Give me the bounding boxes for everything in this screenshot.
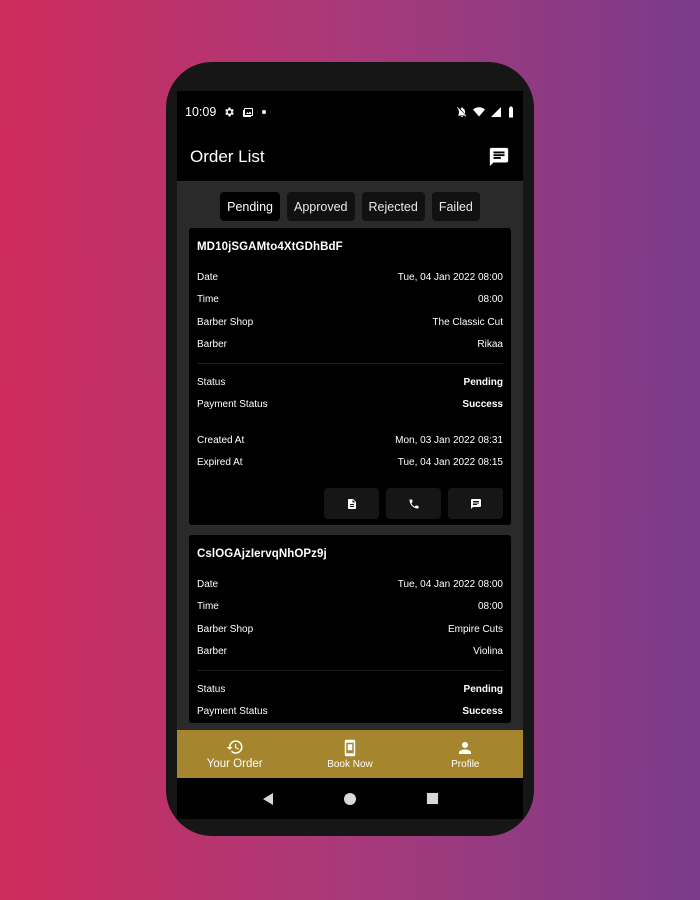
nav-label: Profile <box>451 758 480 770</box>
order-id: MD10jSGAMto4XtGDhBdF <box>197 241 343 253</box>
divider <box>197 670 503 671</box>
payment-value: Success <box>462 706 503 718</box>
photo-icon <box>242 106 254 118</box>
person-icon <box>456 739 474 757</box>
order-list[interactable]: Pending Approved Rejected Failed MD10jSG… <box>177 181 523 730</box>
date-value: Tue, 04 Jan 2022 08:00 <box>397 578 503 590</box>
time-label: Time <box>197 294 219 306</box>
status-label: Status <box>197 683 226 695</box>
time-label: Time <box>197 601 219 613</box>
recents-icon[interactable] <box>426 792 439 805</box>
battery-icon <box>507 106 515 118</box>
nav-profile[interactable]: Profile <box>408 730 523 778</box>
barber-row: Barber Violina <box>197 641 503 664</box>
payment-row: Payment Status Success <box>197 701 503 724</box>
tab-rejected[interactable]: Rejected <box>361 192 425 221</box>
chat-icon[interactable] <box>488 146 510 168</box>
expired-row: Expired At Tue, 04 Jan 2022 08:15 <box>197 452 503 475</box>
payment-row: Payment Status Success <box>197 394 503 417</box>
time-row: Time 08:00 <box>197 289 503 312</box>
shop-row: Barber Shop Empire Cuts <box>197 618 503 641</box>
created-row: Created At Mon, 03 Jan 2022 08:31 <box>197 429 503 452</box>
order-card[interactable]: MD10jSGAMto4XtGDhBdF Date Tue, 04 Jan 20… <box>189 228 511 525</box>
shop-label: Barber Shop <box>197 623 254 635</box>
shop-row: Barber Shop The Classic Cut <box>197 311 503 334</box>
shop-value: The Classic Cut <box>432 316 503 328</box>
phone-book-icon <box>341 739 359 757</box>
order-actions <box>197 474 503 525</box>
tab-pending[interactable]: Pending <box>220 192 280 221</box>
shop-label: Barber Shop <box>197 316 254 328</box>
date-value: Tue, 04 Jan 2022 08:00 <box>397 271 503 283</box>
created-label: Created At <box>197 434 245 446</box>
order-id: CslOGAjzIervqNhOPz9j <box>197 548 327 560</box>
time-value: 08:00 <box>477 601 503 613</box>
history-icon <box>226 738 244 756</box>
status-value: Pending <box>463 683 503 695</box>
nav-your-order[interactable]: Your Order <box>177 730 292 778</box>
tab-failed[interactable]: Failed <box>431 192 480 221</box>
nav-book-now[interactable]: Book Now <box>292 730 407 778</box>
barber-label: Barber <box>197 646 228 658</box>
payment-label: Payment Status <box>197 399 268 411</box>
status-label: Status <box>197 376 226 388</box>
bottom-nav: Your Order Book Now Profile <box>177 730 523 778</box>
tab-approved[interactable]: Approved <box>286 192 355 221</box>
status-value: Pending <box>463 376 503 388</box>
barber-value: Violina <box>473 646 503 658</box>
phone-screen: 10:09 Order List Pending Approved Reject… <box>177 91 523 819</box>
divider <box>197 363 503 364</box>
call-button[interactable] <box>386 488 441 519</box>
app-bar: Order List <box>177 133 523 181</box>
shop-value: Empire Cuts <box>447 623 503 635</box>
mute-icon <box>456 106 468 118</box>
receipt-icon <box>346 498 358 510</box>
message-button[interactable] <box>448 488 503 519</box>
home-icon[interactable] <box>343 792 357 806</box>
barber-label: Barber <box>197 339 228 351</box>
date-row: Date Tue, 04 Jan 2022 08:00 <box>197 573 503 596</box>
date-row: Date Tue, 04 Jan 2022 08:00 <box>197 266 503 289</box>
chat-icon <box>470 498 482 510</box>
status-tabs: Pending Approved Rejected Failed <box>177 181 523 228</box>
payment-label: Payment Status <box>197 706 268 718</box>
back-icon[interactable] <box>261 792 275 806</box>
status-bar: 10:09 <box>177 91 523 133</box>
expired-value: Tue, 04 Jan 2022 08:15 <box>397 457 503 469</box>
status-row: Status Pending <box>197 371 503 394</box>
payment-value: Success <box>462 399 503 411</box>
status-row: Status Pending <box>197 678 503 701</box>
barber-value: Rikaa <box>477 339 503 351</box>
receipt-button[interactable] <box>324 488 379 519</box>
phone-icon <box>408 498 420 510</box>
settings-icon <box>223 106 235 118</box>
barber-row: Barber Rikaa <box>197 334 503 357</box>
system-nav-bar <box>177 778 523 819</box>
nav-label: Book Now <box>327 758 373 770</box>
order-card[interactable]: CslOGAjzIervqNhOPz9j Date Tue, 04 Jan 20… <box>189 535 511 723</box>
nav-label: Your Order <box>206 758 263 770</box>
time-row: Time 08:00 <box>197 596 503 619</box>
wifi-icon <box>473 106 485 118</box>
date-label: Date <box>197 271 219 283</box>
signal-icon <box>490 106 502 118</box>
date-label: Date <box>197 578 219 590</box>
created-value: Mon, 03 Jan 2022 08:31 <box>395 434 503 446</box>
expired-label: Expired At <box>197 457 243 469</box>
status-time: 10:09 <box>185 105 217 119</box>
dot-icon <box>261 106 267 118</box>
page-title: Order List <box>190 147 265 166</box>
time-value: 08:00 <box>477 294 503 306</box>
